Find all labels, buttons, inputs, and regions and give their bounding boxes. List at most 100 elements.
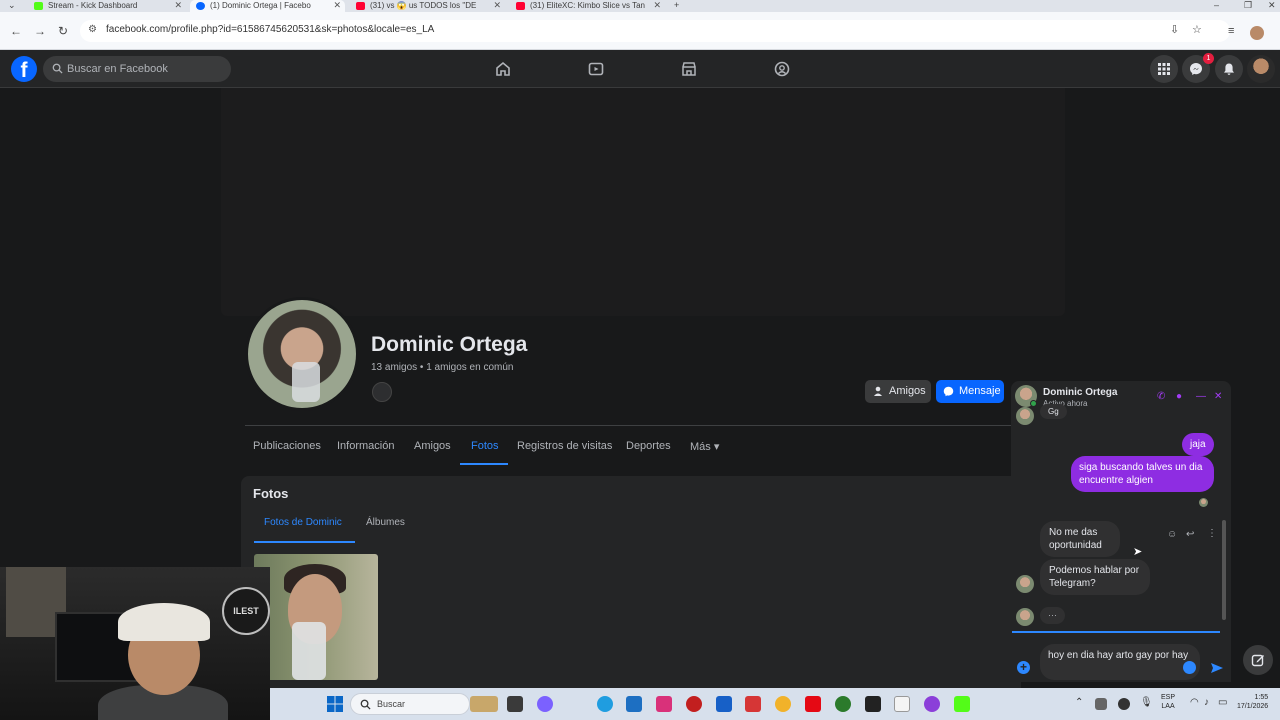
emoji-icon[interactable]	[1183, 661, 1196, 674]
message-bubble-them[interactable]: Podemos hablar por Telegram?	[1040, 559, 1150, 595]
subtab-fotos-de-dominic[interactable]: Fotos de Dominic	[264, 517, 342, 528]
netflix-icon[interactable]	[805, 696, 821, 712]
browser-tab-strip: Stream - Kick Dashboard ✕ (1) Dominic Or…	[0, 0, 1280, 12]
friends-count[interactable]: 13 amigos • 1 amigos en común	[371, 362, 513, 373]
mutual-friend-avatar[interactable]	[372, 382, 392, 402]
url-field[interactable]: ⚙ facebook.com/profile.php?id=6158674562…	[80, 20, 1230, 42]
app-video-icon[interactable]	[745, 696, 761, 712]
back-icon[interactable]: ←	[10, 25, 22, 37]
chat-attach-button[interactable]: +	[1017, 661, 1030, 674]
chat-contact-name[interactable]: Dominic Ortega	[1043, 387, 1117, 398]
extensions-icon[interactable]: ≡	[1228, 25, 1234, 37]
facebook-favicon-icon	[196, 2, 205, 10]
video-icon[interactable]	[587, 60, 605, 78]
message-bubble-them[interactable]: Gg	[1040, 404, 1067, 419]
tab-fotos[interactable]: Fotos	[471, 440, 499, 452]
reload-icon[interactable]: ↻	[58, 25, 68, 37]
notepad-icon[interactable]	[894, 696, 910, 712]
menu-grid-button[interactable]	[1150, 55, 1178, 83]
photo-thumbnail[interactable]	[254, 554, 378, 680]
shield-app-icon[interactable]	[716, 696, 732, 712]
search-icon	[52, 63, 63, 74]
tray-app-icon[interactable]	[1095, 698, 1107, 710]
send-icon[interactable]	[1210, 661, 1224, 675]
install-app-icon[interactable]: ⇩	[1170, 23, 1179, 36]
volume-icon[interactable]: ♪	[1204, 697, 1209, 708]
notifications-button[interactable]	[1215, 55, 1243, 83]
profile-picture[interactable]	[245, 297, 359, 411]
close-tab-icon[interactable]: ✕	[333, 0, 341, 11]
mail-icon[interactable]	[626, 696, 642, 712]
restore-icon[interactable]: ❐	[1244, 0, 1252, 11]
cover-photo[interactable]	[221, 88, 1065, 316]
upwork-icon[interactable]	[835, 696, 851, 712]
microphone-icon[interactable]: 🎙	[1140, 697, 1153, 708]
marketplace-icon[interactable]	[680, 60, 698, 78]
battery-icon[interactable]: ▭	[1218, 697, 1227, 708]
tab-registros-de-visitas[interactable]: Registros de visitas	[517, 440, 612, 452]
instagram-icon[interactable]	[656, 696, 672, 712]
close-tab-icon[interactable]: ✕	[174, 0, 182, 11]
tab-amigos[interactable]: Amigos	[414, 440, 451, 452]
language-indicator[interactable]: ESP LAA	[1161, 693, 1175, 711]
minimize-chat-icon[interactable]: —	[1196, 392, 1206, 402]
tab-youtube-2[interactable]: (31) EliteXC: Kimbo Slice vs Tan ✕	[510, 0, 665, 12]
site-info-icon[interactable]: ⚙	[88, 24, 97, 35]
close-chat-icon[interactable]: ✕	[1214, 392, 1222, 402]
close-window-icon[interactable]: ✕	[1268, 0, 1276, 11]
forward-icon[interactable]: →	[34, 25, 46, 37]
message-avatar	[1016, 575, 1034, 593]
app-red-icon[interactable]	[686, 696, 702, 712]
clock[interactable]: 1:55 17/1/2026	[1237, 693, 1268, 711]
tray-chevron-icon[interactable]: ⌃	[1075, 697, 1083, 708]
search-highlight-icon[interactable]	[470, 696, 498, 712]
kick-app-icon[interactable]	[954, 696, 970, 712]
tab-mas[interactable]: Más ▾	[690, 440, 719, 453]
chrome-icon[interactable]	[775, 696, 791, 712]
message-bubble-me[interactable]: siga buscando talves un dia encuentre al…	[1071, 456, 1214, 492]
tab-title: (31) EliteXC: Kimbo Slice vs Tan	[530, 1, 646, 10]
tab-facebook-profile[interactable]: (1) Dominic Ortega | Facebo ✕	[190, 0, 345, 12]
video-call-icon[interactable]: ●	[1176, 392, 1182, 402]
more-options-icon[interactable]: ⋮	[1207, 528, 1217, 539]
new-tab-icon[interactable]: +	[674, 0, 679, 11]
new-message-button[interactable]	[1243, 645, 1273, 675]
message-bubble-them[interactable]: No me das oportunidad	[1040, 521, 1120, 557]
profile-name: Dominic Ortega	[371, 333, 528, 356]
message-button[interactable]: Mensaje	[936, 380, 1004, 403]
tab-informacion[interactable]: Información	[337, 440, 394, 452]
reply-icon[interactable]: ↩	[1186, 529, 1194, 540]
wifi-icon[interactable]: ◠	[1190, 697, 1199, 708]
react-emoji-icon[interactable]: ☺	[1167, 529, 1177, 540]
facebook-search-input[interactable]: Buscar en Facebook	[43, 56, 231, 82]
tab-publicaciones[interactable]: Publicaciones	[253, 440, 321, 452]
app-purple-icon[interactable]	[924, 696, 940, 712]
close-tab-icon[interactable]: ✕	[653, 0, 661, 11]
bookmark-star-icon[interactable]: ☆	[1192, 23, 1202, 36]
home-icon[interactable]	[494, 60, 512, 78]
task-view-icon[interactable]	[507, 696, 523, 712]
messenger-icon	[1190, 63, 1202, 75]
tray-app-icon[interactable]	[1118, 698, 1130, 710]
taskbar-search[interactable]: Buscar	[350, 693, 470, 715]
facebook-logo[interactable]: f	[11, 56, 37, 82]
chat-scrollbar[interactable]	[1222, 520, 1226, 620]
browser-profile-avatar[interactable]	[1250, 26, 1264, 40]
tab-youtube-1[interactable]: (31) vs 😱 us TODOS los "DE ✕	[350, 0, 505, 12]
chat-message-input[interactable]: hoy en dia hay arto gay por hay	[1040, 644, 1200, 680]
copilot-icon[interactable]	[537, 696, 553, 712]
friends-button[interactable]: Amigos	[865, 380, 931, 403]
minimize-icon[interactable]: –	[1214, 0, 1219, 11]
tab-list-chevron-icon[interactable]: ⌄	[8, 0, 16, 11]
account-avatar[interactable]	[1247, 55, 1275, 83]
message-bubble-me[interactable]: jaja	[1182, 433, 1214, 456]
edge-icon[interactable]	[597, 696, 613, 712]
subtab-albumes[interactable]: Álbumes	[366, 517, 405, 528]
tab-deportes[interactable]: Deportes	[626, 440, 671, 452]
close-tab-icon[interactable]: ✕	[493, 0, 501, 11]
groups-icon[interactable]	[773, 60, 791, 78]
tab-kick-dashboard[interactable]: Stream - Kick Dashboard ✕	[28, 0, 186, 12]
app-black-icon[interactable]	[865, 696, 881, 712]
windows-start-icon[interactable]	[327, 696, 343, 712]
phone-call-icon[interactable]: ✆	[1157, 392, 1165, 402]
